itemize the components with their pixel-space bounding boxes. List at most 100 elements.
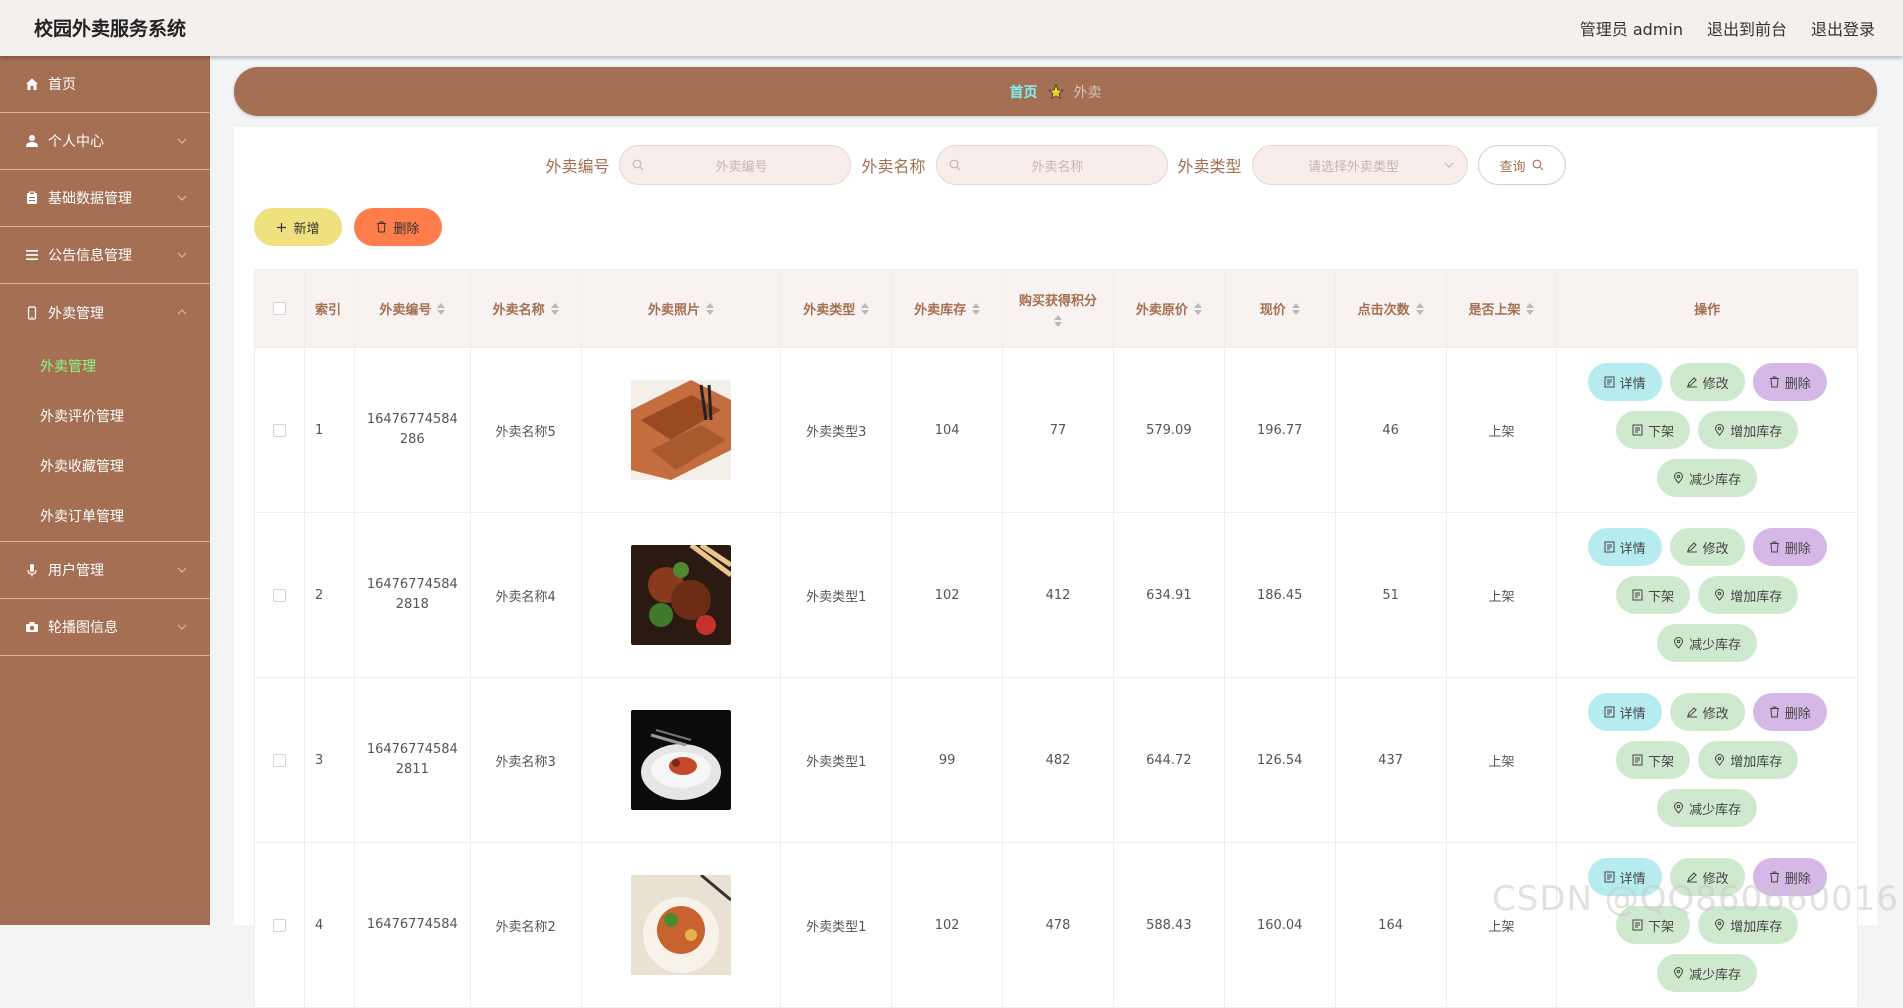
- sort-icon[interactable]: [1054, 315, 1062, 327]
- submenu-item-review-manage[interactable]: 外卖评价管理: [0, 391, 210, 441]
- increase-stock-button-label: 增加库存: [1730, 421, 1782, 440]
- increase-stock-button[interactable]: 增加库存: [1698, 906, 1798, 944]
- decrease-stock-button[interactable]: 减少库存: [1657, 954, 1757, 992]
- batch-delete-button[interactable]: 删除: [354, 208, 442, 246]
- header-stock[interactable]: 外卖库存: [892, 270, 1003, 347]
- take-down-button[interactable]: 下架: [1616, 906, 1690, 944]
- select-all-cell: [255, 270, 305, 347]
- edit-button[interactable]: 修改: [1670, 858, 1745, 896]
- row-checkbox[interactable]: [273, 424, 286, 437]
- header-type[interactable]: 外卖类型: [781, 270, 892, 347]
- row-code-cell: 16476774584286: [355, 348, 471, 512]
- chevron-down-icon: [176, 621, 188, 633]
- take-down-button[interactable]: 下架: [1616, 741, 1690, 779]
- food-photo[interactable]: [631, 545, 731, 645]
- sidebar-item-basic-data[interactable]: 基础数据管理: [0, 170, 210, 227]
- row-index: 1: [305, 348, 355, 512]
- trash-icon: [1769, 541, 1780, 553]
- row-checkbox[interactable]: [273, 919, 286, 932]
- detail-button[interactable]: 详情: [1588, 858, 1662, 896]
- type-select[interactable]: 请选择外卖类型: [1252, 145, 1468, 185]
- header-orig-price[interactable]: 外卖原价: [1114, 270, 1225, 347]
- sort-icon[interactable]: [437, 303, 445, 315]
- location-pin-icon: [1673, 967, 1684, 979]
- delete-button[interactable]: 删除: [1753, 363, 1827, 401]
- sidebar-item-home[interactable]: 首页: [0, 56, 210, 113]
- increase-stock-button[interactable]: 增加库存: [1698, 741, 1798, 779]
- sort-icon[interactable]: [972, 303, 980, 315]
- edit-button[interactable]: 修改: [1670, 693, 1745, 731]
- delete-button-label: 删除: [1785, 703, 1811, 722]
- add-button[interactable]: 新增: [254, 208, 342, 246]
- increase-stock-button[interactable]: 增加库存: [1698, 576, 1798, 614]
- food-photo[interactable]: [631, 710, 731, 810]
- header-clicks[interactable]: 点击次数: [1336, 270, 1447, 347]
- row-index: 3: [305, 678, 355, 842]
- header-photo[interactable]: 外卖照片: [582, 270, 782, 347]
- submenu-item-takeout-manage[interactable]: 外卖管理: [0, 341, 210, 391]
- detail-button[interactable]: 详情: [1588, 693, 1662, 731]
- header-code[interactable]: 外卖编号: [355, 270, 471, 347]
- table-row: 2 164767745842818 外卖名称4 外卖类型1 102 412 63…: [254, 513, 1858, 678]
- detail-button-label: 详情: [1620, 703, 1646, 722]
- sidebar-item-announcements[interactable]: 公告信息管理: [0, 227, 210, 284]
- row-points: 77: [1003, 348, 1114, 512]
- decrease-stock-button[interactable]: 减少库存: [1657, 624, 1757, 662]
- edit-button[interactable]: 修改: [1670, 528, 1745, 566]
- header-price[interactable]: 现价: [1225, 270, 1336, 347]
- food-photo[interactable]: [631, 875, 731, 975]
- decrease-stock-button[interactable]: 减少库存: [1657, 789, 1757, 827]
- row-stock: 102: [892, 513, 1003, 677]
- detail-button-label: 详情: [1620, 868, 1646, 887]
- edit-button[interactable]: 修改: [1670, 363, 1745, 401]
- sort-icon[interactable]: [551, 303, 559, 315]
- increase-stock-button[interactable]: 增加库存: [1698, 411, 1798, 449]
- pencil-icon: [1686, 871, 1698, 883]
- code-search-input[interactable]: 外卖编号: [619, 145, 851, 185]
- location-pin-icon: [1714, 589, 1725, 601]
- take-down-button[interactable]: 下架: [1616, 576, 1690, 614]
- submenu-item-order-manage[interactable]: 外卖订单管理: [0, 491, 210, 541]
- detail-button[interactable]: 详情: [1588, 528, 1662, 566]
- detail-button-label: 详情: [1620, 538, 1646, 557]
- query-button[interactable]: 查询: [1478, 145, 1566, 185]
- sort-icon[interactable]: [1416, 303, 1424, 315]
- sort-icon[interactable]: [706, 303, 714, 315]
- sidebar-item-carousel[interactable]: 轮播图信息: [0, 599, 210, 656]
- sidebar-item-users[interactable]: 用户管理: [0, 542, 210, 599]
- row-name: 外卖名称2: [471, 843, 582, 1007]
- delete-button[interactable]: 删除: [1753, 693, 1827, 731]
- delete-button[interactable]: 删除: [1753, 528, 1827, 566]
- row-checkbox[interactable]: [273, 589, 286, 602]
- sort-icon[interactable]: [1194, 303, 1202, 315]
- decrease-stock-button[interactable]: 减少库存: [1657, 459, 1757, 497]
- food-photo[interactable]: [631, 380, 731, 480]
- sidebar-item-takeout[interactable]: 外卖管理: [0, 284, 210, 341]
- header-on-shelf[interactable]: 是否上架: [1447, 270, 1558, 347]
- sort-icon[interactable]: [1526, 303, 1534, 315]
- table-header: 索引 外卖编号 外卖名称 外卖照片 外卖类型 外卖库存 购买获得积分 外卖原价 …: [254, 269, 1858, 348]
- row-checkbox[interactable]: [273, 754, 286, 767]
- sidebar-item-label: 首页: [48, 74, 76, 94]
- submenu-item-favorite-manage[interactable]: 外卖收藏管理: [0, 441, 210, 491]
- location-pin-icon: [1673, 637, 1684, 649]
- back-to-front-link[interactable]: 退出到前台: [1707, 16, 1787, 40]
- header-points[interactable]: 购买获得积分: [1003, 270, 1114, 347]
- header-code-label: 外卖编号: [379, 299, 431, 318]
- delete-button[interactable]: 删除: [1753, 858, 1827, 896]
- detail-button[interactable]: 详情: [1588, 363, 1662, 401]
- sidebar-item-personal[interactable]: 个人中心: [0, 113, 210, 170]
- name-search-placeholder: 外卖名称: [961, 156, 1155, 175]
- delete-button-label: 删除: [1785, 373, 1811, 392]
- delete-button-label: 删除: [1785, 538, 1811, 557]
- breadcrumb-home[interactable]: 首页: [1010, 82, 1038, 102]
- sort-icon[interactable]: [1292, 303, 1300, 315]
- admin-label[interactable]: 管理员 admin: [1580, 16, 1683, 40]
- sort-icon[interactable]: [861, 303, 869, 315]
- take-down-button[interactable]: 下架: [1616, 411, 1690, 449]
- name-search-input[interactable]: 外卖名称: [936, 145, 1168, 185]
- location-pin-icon: [1714, 919, 1725, 931]
- header-name[interactable]: 外卖名称: [471, 270, 582, 347]
- select-all-checkbox[interactable]: [273, 302, 286, 315]
- logout-link[interactable]: 退出登录: [1811, 16, 1875, 40]
